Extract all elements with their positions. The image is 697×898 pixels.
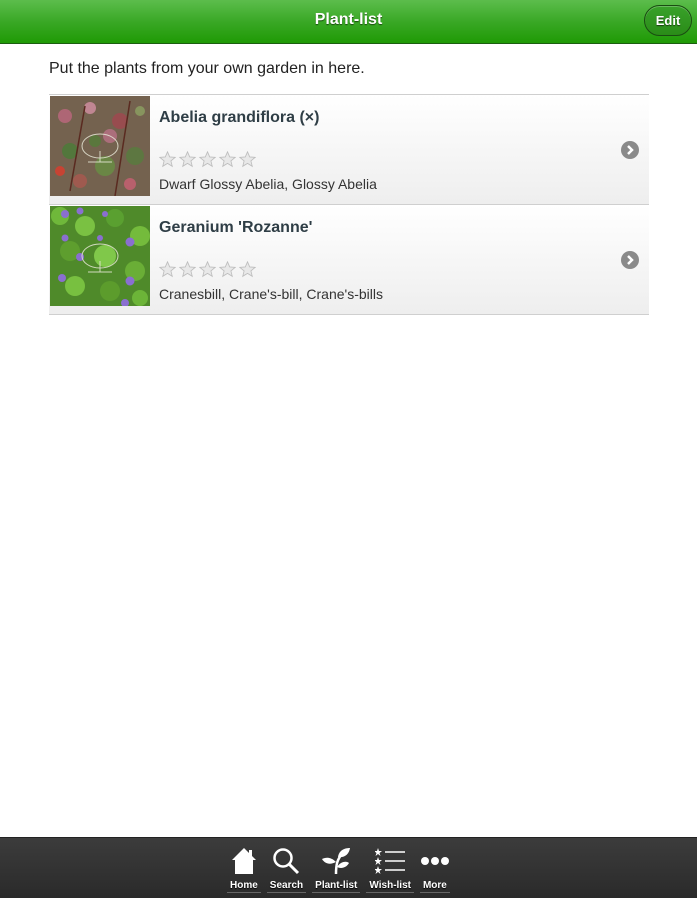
search-icon <box>272 838 300 878</box>
rating-stars[interactable] <box>159 261 256 278</box>
nav-item-home[interactable]: Home <box>227 838 261 893</box>
edit-button[interactable]: Edit <box>644 5 692 36</box>
home-icon <box>231 838 257 878</box>
intro-text: Put the plants from your own garden in h… <box>49 60 365 77</box>
plant-common-names: Dwarf Glossy Abelia, Glossy Abelia <box>159 176 377 192</box>
plant-list-item[interactable]: Abelia grandiflora (×) Dwarf Glossy Abel… <box>49 95 649 205</box>
star-icon[interactable] <box>159 151 176 168</box>
star-icon[interactable] <box>239 151 256 168</box>
star-icon[interactable] <box>159 261 176 278</box>
nav-label: Plant-list <box>312 878 361 893</box>
nav-label: Home <box>227 878 261 893</box>
chevron-right-icon[interactable] <box>621 141 639 159</box>
star-icon[interactable] <box>239 261 256 278</box>
chevron-right-icon[interactable] <box>621 251 639 269</box>
bottom-nav-bar: Home Search Plant-list Wish-list More <box>0 837 697 898</box>
nav-item-wish-list[interactable]: Wish-list <box>366 838 414 893</box>
plant-list-item[interactable]: Geranium 'Rozanne' Cranesbill, Crane's-b… <box>49 205 649 315</box>
wish-list-icon <box>375 838 406 878</box>
plant-name: Abelia grandiflora (×) <box>159 109 320 126</box>
star-icon[interactable] <box>199 261 216 278</box>
plant-name: Geranium 'Rozanne' <box>159 219 313 236</box>
plant-common-names: Cranesbill, Crane's-bill, Crane's-bills <box>159 286 383 302</box>
page-title: Plant-list <box>314 11 383 28</box>
nav-item-plant-list[interactable]: Plant-list <box>312 838 361 893</box>
star-icon[interactable] <box>219 261 236 278</box>
nav-item-search[interactable]: Search <box>266 838 307 893</box>
rating-stars[interactable] <box>159 151 256 168</box>
bottom-nav: Home Search Plant-list Wish-list More <box>227 838 456 893</box>
plant-thumbnail <box>50 206 150 306</box>
star-icon[interactable] <box>179 151 196 168</box>
nav-label: Search <box>266 878 307 893</box>
plant-icon <box>321 838 351 878</box>
plant-list: Abelia grandiflora (×) Dwarf Glossy Abel… <box>49 94 649 315</box>
star-icon[interactable] <box>219 151 236 168</box>
nav-label: Wish-list <box>366 878 414 893</box>
plant-thumbnail <box>50 96 150 196</box>
header-bar: Plant-list Edit <box>0 0 697 44</box>
star-icon[interactable] <box>179 261 196 278</box>
nav-item-more[interactable]: More <box>419 838 450 893</box>
nav-label: More <box>419 878 450 893</box>
more-icon <box>420 838 449 878</box>
star-icon[interactable] <box>199 151 216 168</box>
